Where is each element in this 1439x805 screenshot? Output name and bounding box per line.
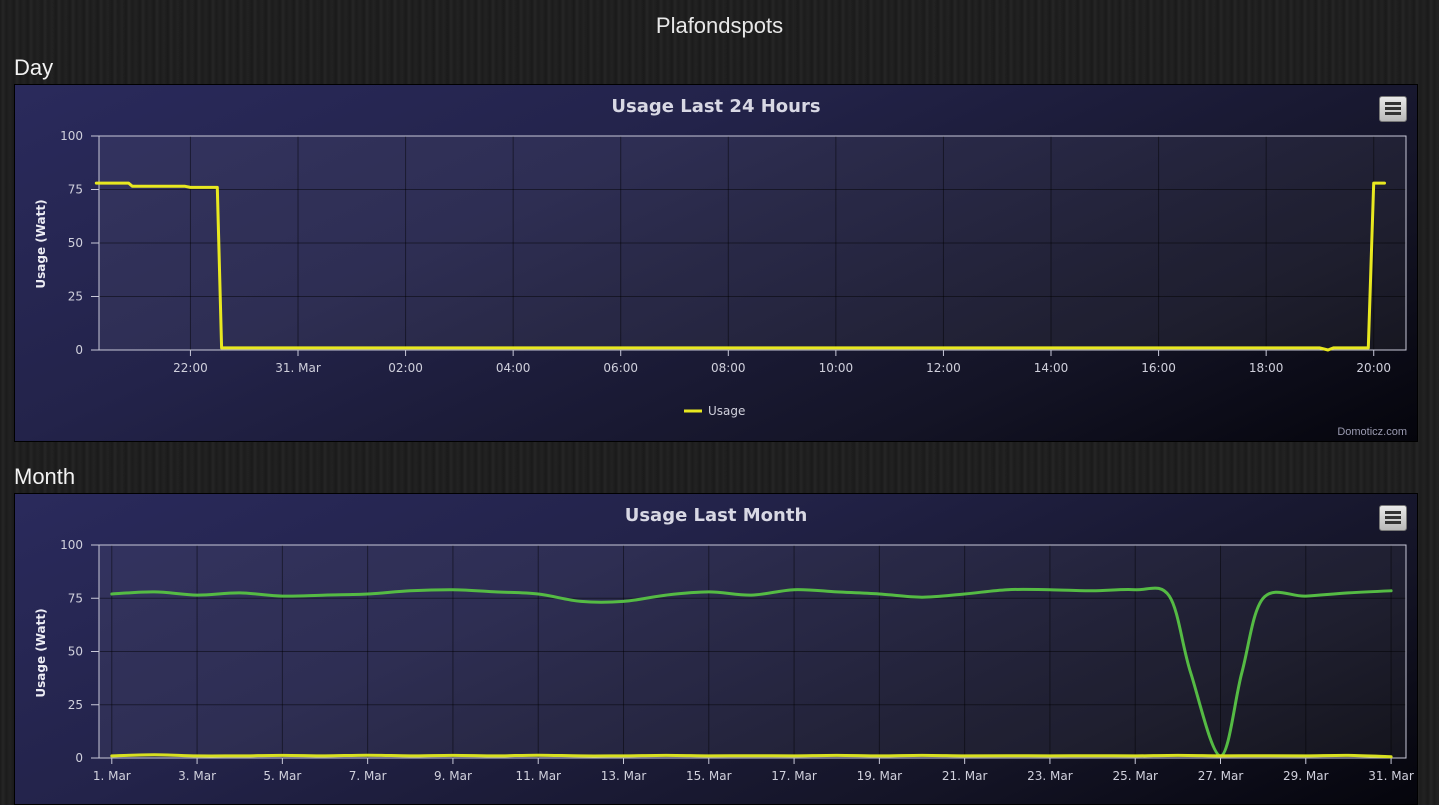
chart-month-y-axis-label: Usage (Watt) <box>34 608 48 697</box>
y-tick-label: 0 <box>75 751 83 765</box>
x-tick-label: 20:00 <box>1356 361 1391 375</box>
x-tick-label: 12:00 <box>926 361 961 375</box>
series-line-2[interactable] <box>110 753 1393 759</box>
y-tick-label: 25 <box>68 698 83 712</box>
section-label-day: Day <box>14 55 54 80</box>
x-tick-label: 02:00 <box>388 361 423 375</box>
x-tick-label: 19. Mar <box>857 769 903 783</box>
page-title: Plafondspots <box>655 13 784 38</box>
y-tick-label: 50 <box>68 645 83 659</box>
y-tick-label: 50 <box>68 236 83 250</box>
x-tick-label: 22:00 <box>173 361 208 375</box>
x-tick-label: 04:00 <box>496 361 531 375</box>
chart-day-grid <box>99 135 1406 351</box>
x-tick-label: 06:00 <box>603 361 638 375</box>
hamburger-menu-icon <box>1385 511 1401 514</box>
x-tick-label: 08:00 <box>711 361 746 375</box>
y-tick-label: 0 <box>75 343 83 357</box>
section-label-month: Month <box>14 464 76 489</box>
legend-usage-label[interactable]: Usage <box>708 404 745 418</box>
x-tick-label: 31. Mar <box>275 361 321 375</box>
x-tick-label: 15. Mar <box>686 769 732 783</box>
x-tick-label: 14:00 <box>1034 361 1069 375</box>
x-tick-label: 3. Mar <box>178 769 216 783</box>
chart-day-panel: 0 25 50 75 100 22:00 31. Mar 02:00 04:00 06:00 08… <box>14 84 1418 442</box>
x-tick-label: 13. Mar <box>601 769 647 783</box>
chart-day-svg: 0 25 50 75 100 22:00 31. Mar 02:00 04:00 06:00 08… <box>34 96 1407 418</box>
y-tick-label: 100 <box>60 129 83 143</box>
x-tick-label: 10:00 <box>819 361 854 375</box>
hamburger-menu-icon <box>1385 102 1401 105</box>
chart-day-menu-button[interactable] <box>1379 96 1407 122</box>
x-tick-label: 7. Mar <box>349 769 387 783</box>
chart-month-menu-button[interactable] <box>1379 505 1407 531</box>
credit-link[interactable]: Domoticz.com <box>1337 426 1407 438</box>
chart-month-title: Usage Last Month <box>625 505 808 526</box>
x-tick-label: 23. Mar <box>1027 769 1073 783</box>
x-tick-label: 1. Mar <box>93 769 131 783</box>
x-tick-label: 16:00 <box>1141 361 1176 375</box>
chart-month-grid <box>99 544 1406 759</box>
y-tick-label: 100 <box>60 538 83 552</box>
chart-day-title: Usage Last 24 Hours <box>611 96 820 117</box>
chart-month-svg: 0 25 50 75 100 1. Mar 3. Mar 5. Mar 7. Mar 9. Ma… <box>34 505 1414 783</box>
x-tick-label: 21. Mar <box>942 769 988 783</box>
x-tick-label: 11. Mar <box>515 769 561 783</box>
y-tick-label: 75 <box>68 591 83 605</box>
y-tick-label: 25 <box>68 290 83 304</box>
x-tick-label: 9. Mar <box>434 769 472 783</box>
chart-day-legend[interactable]: Usage <box>684 404 745 418</box>
x-tick-label: 18:00 <box>1249 361 1284 375</box>
x-tick-label: 25. Mar <box>1112 769 1158 783</box>
y-tick-label: 75 <box>68 183 83 197</box>
x-tick-label: 17. Mar <box>771 769 817 783</box>
x-tick-label: 29. Mar <box>1283 769 1329 783</box>
chart-month-panel: 0 25 50 75 100 1. Mar 3. Mar 5. Mar 7. Mar 9. Ma… <box>14 493 1418 805</box>
chart-day-y-axis-label: Usage (Watt) <box>34 199 48 288</box>
x-tick-label: 5. Mar <box>263 769 301 783</box>
x-tick-label: 27. Mar <box>1198 769 1244 783</box>
x-tick-label: 31. Mar <box>1368 769 1414 783</box>
